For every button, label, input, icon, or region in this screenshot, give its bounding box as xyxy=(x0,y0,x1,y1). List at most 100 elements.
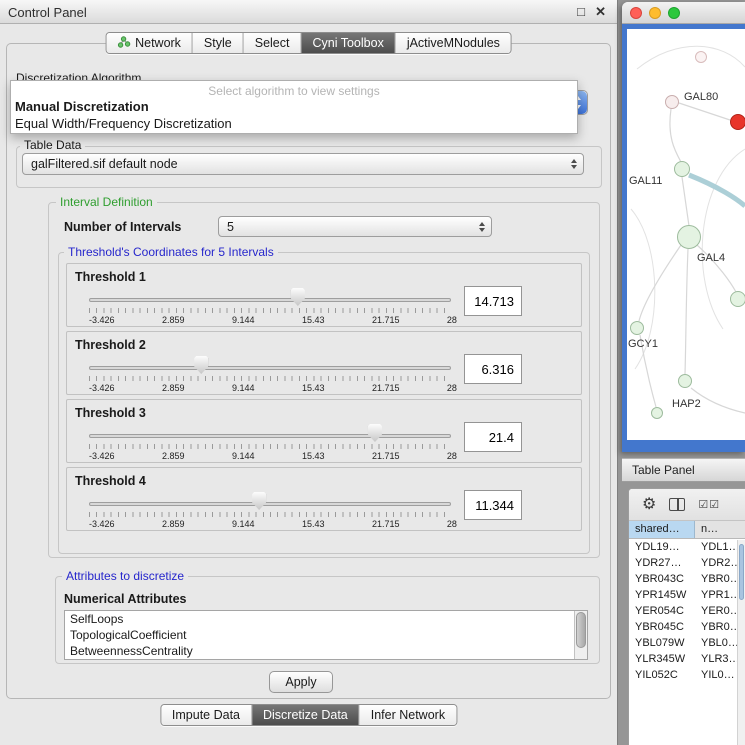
threshold-value-input[interactable] xyxy=(464,422,522,452)
cell-shared-name: YPR145W xyxy=(629,587,695,603)
threshold-label: Threshold 1 xyxy=(75,270,146,284)
network-node-gal11[interactable] xyxy=(674,161,690,177)
slider-thumb[interactable] xyxy=(368,424,382,442)
tab-label: Network xyxy=(135,36,181,50)
cell-shared-name: YLR345W xyxy=(629,651,695,667)
table-row[interactable]: YIL052CYIL0… xyxy=(629,667,745,683)
tab-label: Discretize Data xyxy=(263,708,348,722)
threshold-value-input[interactable] xyxy=(464,286,522,316)
tab-impute-data[interactable]: Impute Data xyxy=(161,705,252,725)
scale-tick-label: 2.859 xyxy=(162,383,185,393)
network-node-gcy1[interactable] xyxy=(630,321,644,335)
table-data-group-title: Table Data xyxy=(20,138,85,152)
slider-thumb[interactable] xyxy=(194,356,208,374)
close-traffic-light-icon[interactable] xyxy=(630,7,642,19)
gear-icon[interactable]: ⚙ xyxy=(642,497,656,513)
tab-discretize-data[interactable]: Discretize Data xyxy=(252,705,360,725)
table-data-combobox[interactable]: galFiltered.sif default node xyxy=(22,153,584,175)
scale-tick-label: 9.144 xyxy=(232,315,255,325)
network-selected-frame: GAL80GAL11GAL4GCY1HAP2 xyxy=(622,24,745,452)
table-row[interactable]: YBR045CYBR0… xyxy=(629,619,745,635)
attributes-group-title: Attributes to discretize xyxy=(62,569,188,583)
threshold-rows: Threshold 1 -3.4262.8599.14415.4321.7152… xyxy=(66,263,582,535)
table-panel-title: Table Panel xyxy=(632,463,695,477)
threshold-slider[interactable]: -3.4262.8599.14415.4321.71528 xyxy=(89,356,451,394)
threshold-value-input[interactable] xyxy=(464,490,522,520)
table-row[interactable]: YBL079WYBL0… xyxy=(629,635,745,651)
control-panel-window: Control Panel □ ✕ Network Style Select C… xyxy=(0,0,618,745)
network-node[interactable] xyxy=(695,51,707,63)
table-row[interactable]: YDL19…YDL1… xyxy=(629,539,745,555)
column-header-name[interactable]: n… xyxy=(695,521,745,538)
select-columns-checkboxes-icon[interactable]: ☑☑ xyxy=(698,498,720,511)
tab-cyni-toolbox[interactable]: Cyni Toolbox xyxy=(301,33,395,53)
table-row[interactable]: YBR043CYBR0… xyxy=(629,571,745,587)
threshold-slider[interactable]: -3.4262.8599.14415.4321.71528 xyxy=(89,424,451,462)
scale-tick-label: 9.144 xyxy=(232,451,255,461)
attribute-list-item[interactable]: SelfLoops xyxy=(65,611,587,627)
table-scrollbar[interactable] xyxy=(737,540,745,745)
scale-tick-label: -3.426 xyxy=(89,519,115,529)
tab-infer-network[interactable]: Infer Network xyxy=(360,705,456,725)
network-node-gal4[interactable] xyxy=(677,225,701,249)
threshold-value-input[interactable] xyxy=(464,354,522,384)
slider-track[interactable] xyxy=(89,366,451,370)
slider-thumb[interactable] xyxy=(291,288,305,306)
scale-tick-label: 2.859 xyxy=(162,519,185,529)
table-row[interactable]: YPR145WYPR1… xyxy=(629,587,745,603)
table-panel-window: ⚙ ☑☑ shared… n… YDL19…YDL1…YDR27…YDR2…YB… xyxy=(628,488,745,745)
tab-jactivemnodules[interactable]: jActiveMNodules xyxy=(396,33,511,53)
table-rows: YDL19…YDL1…YDR27…YDR2…YBR043CYBR0…YPR145… xyxy=(629,539,745,683)
slider-scale-labels: -3.4262.8599.14415.4321.71528 xyxy=(89,451,457,461)
slider-ticks xyxy=(89,376,451,381)
attribute-list-item[interactable]: TopologicalCoefficient xyxy=(65,627,587,643)
minimize-traffic-light-icon[interactable] xyxy=(649,7,661,19)
network-node-label: GAL80 xyxy=(684,91,718,103)
dropdown-option-equal-width-frequency[interactable]: Equal Width/Frequency Discretization xyxy=(11,115,577,132)
scale-tick-label: 15.43 xyxy=(302,383,325,393)
scale-tick-label: 21.715 xyxy=(372,315,400,325)
apply-button[interactable]: Apply xyxy=(269,671,333,693)
scale-tick-label: 21.715 xyxy=(372,519,400,529)
number-of-intervals-combobox[interactable]: 5 xyxy=(218,216,492,237)
dropdown-option-manual-discretization[interactable]: Manual Discretization xyxy=(11,98,577,115)
number-of-intervals-value: 5 xyxy=(227,220,234,234)
tab-style[interactable]: Style xyxy=(193,33,244,53)
cell-shared-name: YBL079W xyxy=(629,635,695,651)
scale-tick-label: 15.43 xyxy=(302,315,325,325)
tab-select[interactable]: Select xyxy=(244,33,302,53)
network-node[interactable] xyxy=(651,407,663,419)
cell-shared-name: YBR043C xyxy=(629,571,695,587)
slider-scale-labels: -3.4262.8599.14415.4321.71528 xyxy=(89,519,457,529)
list-scrollbar[interactable] xyxy=(574,611,587,659)
table-row[interactable]: YER054CYER0… xyxy=(629,603,745,619)
threshold-slider[interactable]: -3.4262.8599.14415.4321.71528 xyxy=(89,288,451,326)
bottom-tab-bar: Impute Data Discretize Data Infer Networ… xyxy=(160,704,457,726)
scrollbar-thumb[interactable] xyxy=(739,544,744,600)
network-canvas[interactable]: GAL80GAL11GAL4GCY1HAP2 xyxy=(627,29,745,440)
slider-track[interactable] xyxy=(89,502,451,506)
table-row[interactable]: YLR345WYLR3… xyxy=(629,651,745,667)
network-view-window: GAL80GAL11GAL4GCY1HAP2 xyxy=(622,2,745,452)
slider-track[interactable] xyxy=(89,434,451,438)
network-node-hap2[interactable] xyxy=(678,374,692,388)
cell-shared-name: YDL19… xyxy=(629,539,695,555)
threshold-slider[interactable]: -3.4262.8599.14415.4321.71528 xyxy=(89,492,451,530)
columns-icon[interactable] xyxy=(669,498,685,511)
minimize-button[interactable]: □ xyxy=(577,4,585,19)
column-header-shared-name[interactable]: shared… xyxy=(629,521,695,538)
zoom-traffic-light-icon[interactable] xyxy=(668,7,680,19)
scrollbar-thumb[interactable] xyxy=(576,612,586,648)
slider-thumb[interactable] xyxy=(252,492,266,510)
attribute-list-item[interactable]: BetweennessCentrality xyxy=(65,643,587,659)
close-button[interactable]: ✕ xyxy=(595,4,606,20)
slider-track[interactable] xyxy=(89,298,451,302)
table-row[interactable]: YDR27…YDR2… xyxy=(629,555,745,571)
tab-label: jActiveMNodules xyxy=(407,36,500,50)
tab-network[interactable]: Network xyxy=(106,33,193,53)
network-node-gal80[interactable] xyxy=(665,95,679,109)
network-node[interactable] xyxy=(730,291,745,307)
slider-scale-labels: -3.4262.8599.14415.4321.71528 xyxy=(89,383,457,393)
numerical-attributes-label: Numerical Attributes xyxy=(64,592,186,606)
network-node[interactable] xyxy=(730,114,745,130)
